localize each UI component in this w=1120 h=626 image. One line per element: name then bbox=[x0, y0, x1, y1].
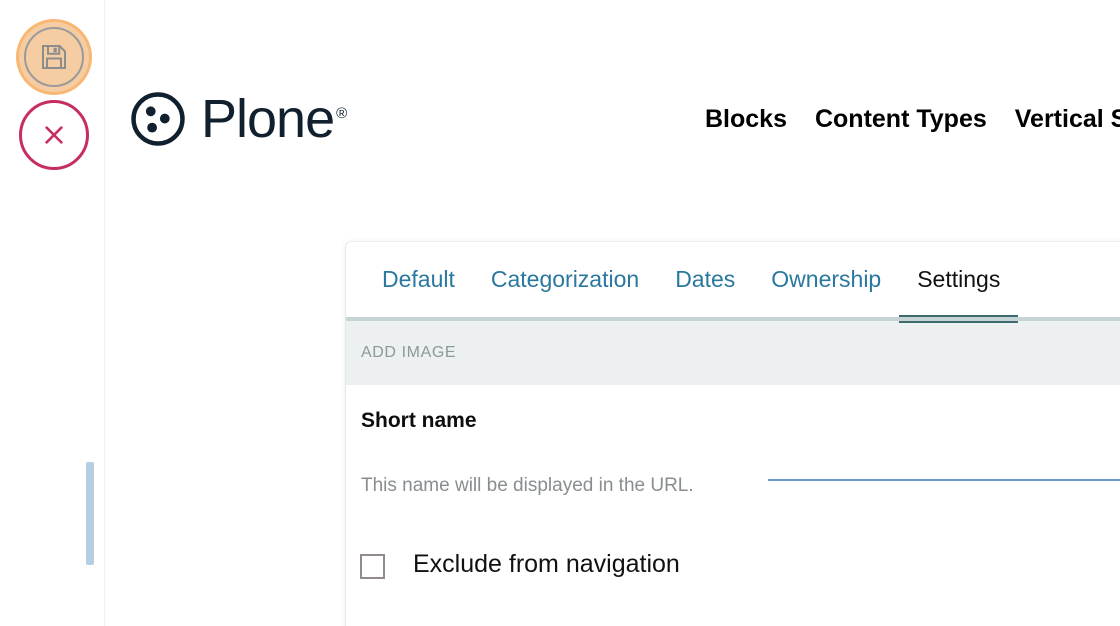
field-exclude-from-navigation[interactable]: Exclude from navigation bbox=[346, 533, 1120, 626]
nav-item-blocks[interactable]: Blocks bbox=[705, 105, 787, 134]
field-label-short-name: Short name bbox=[361, 409, 477, 432]
close-x-icon bbox=[44, 125, 64, 145]
edit-panel: Default Categorization Dates Ownership S… bbox=[345, 241, 1120, 626]
main-navigation: Blocks Content Types Vertical Sp bbox=[705, 105, 1120, 134]
cancel-button[interactable] bbox=[19, 100, 89, 170]
save-button-ring bbox=[24, 27, 84, 87]
site-header: Plone® Blocks Content Types Vertical Sp bbox=[105, 0, 1120, 225]
field-short-name: Short name This name will be displayed i… bbox=[346, 385, 1120, 533]
short-name-input[interactable] bbox=[768, 437, 1120, 481]
sidebar-resize-handle[interactable] bbox=[86, 462, 94, 565]
site-logo-text: Plone ® bbox=[201, 89, 347, 149]
app-root: Plone® Blocks Content Types Vertical Sp … bbox=[0, 0, 1120, 626]
plone-logo-icon bbox=[131, 92, 185, 146]
trademark-symbol: ® bbox=[336, 105, 347, 122]
tab-ownership[interactable]: Ownership bbox=[753, 261, 899, 321]
exclude-from-navigation-label: Exclude from navigation bbox=[413, 550, 680, 578]
left-toolbar bbox=[0, 0, 105, 626]
tab-default[interactable]: Default bbox=[364, 261, 473, 321]
save-button[interactable] bbox=[19, 22, 89, 92]
site-logo[interactable]: Plone ® bbox=[129, 89, 347, 149]
tab-categorization[interactable]: Categorization bbox=[473, 261, 657, 321]
field-help-short-name: This name will be displayed in the URL. bbox=[361, 475, 694, 496]
tab-settings[interactable]: Settings bbox=[899, 261, 1019, 323]
panel-tabs: Default Categorization Dates Ownership S… bbox=[346, 242, 1120, 323]
nav-item-vertical-spacing[interactable]: Vertical Sp bbox=[1015, 105, 1120, 134]
tabs-bottom-rule bbox=[346, 317, 1120, 321]
nav-item-content-types[interactable]: Content Types bbox=[815, 105, 987, 134]
exclude-from-navigation-checkbox[interactable] bbox=[360, 554, 385, 579]
tab-dates[interactable]: Dates bbox=[657, 261, 753, 321]
section-title: ADD IMAGE bbox=[361, 344, 457, 361]
section-header: ADD IMAGE bbox=[346, 321, 1120, 385]
site-logo-wordmark: Plone bbox=[201, 89, 335, 149]
